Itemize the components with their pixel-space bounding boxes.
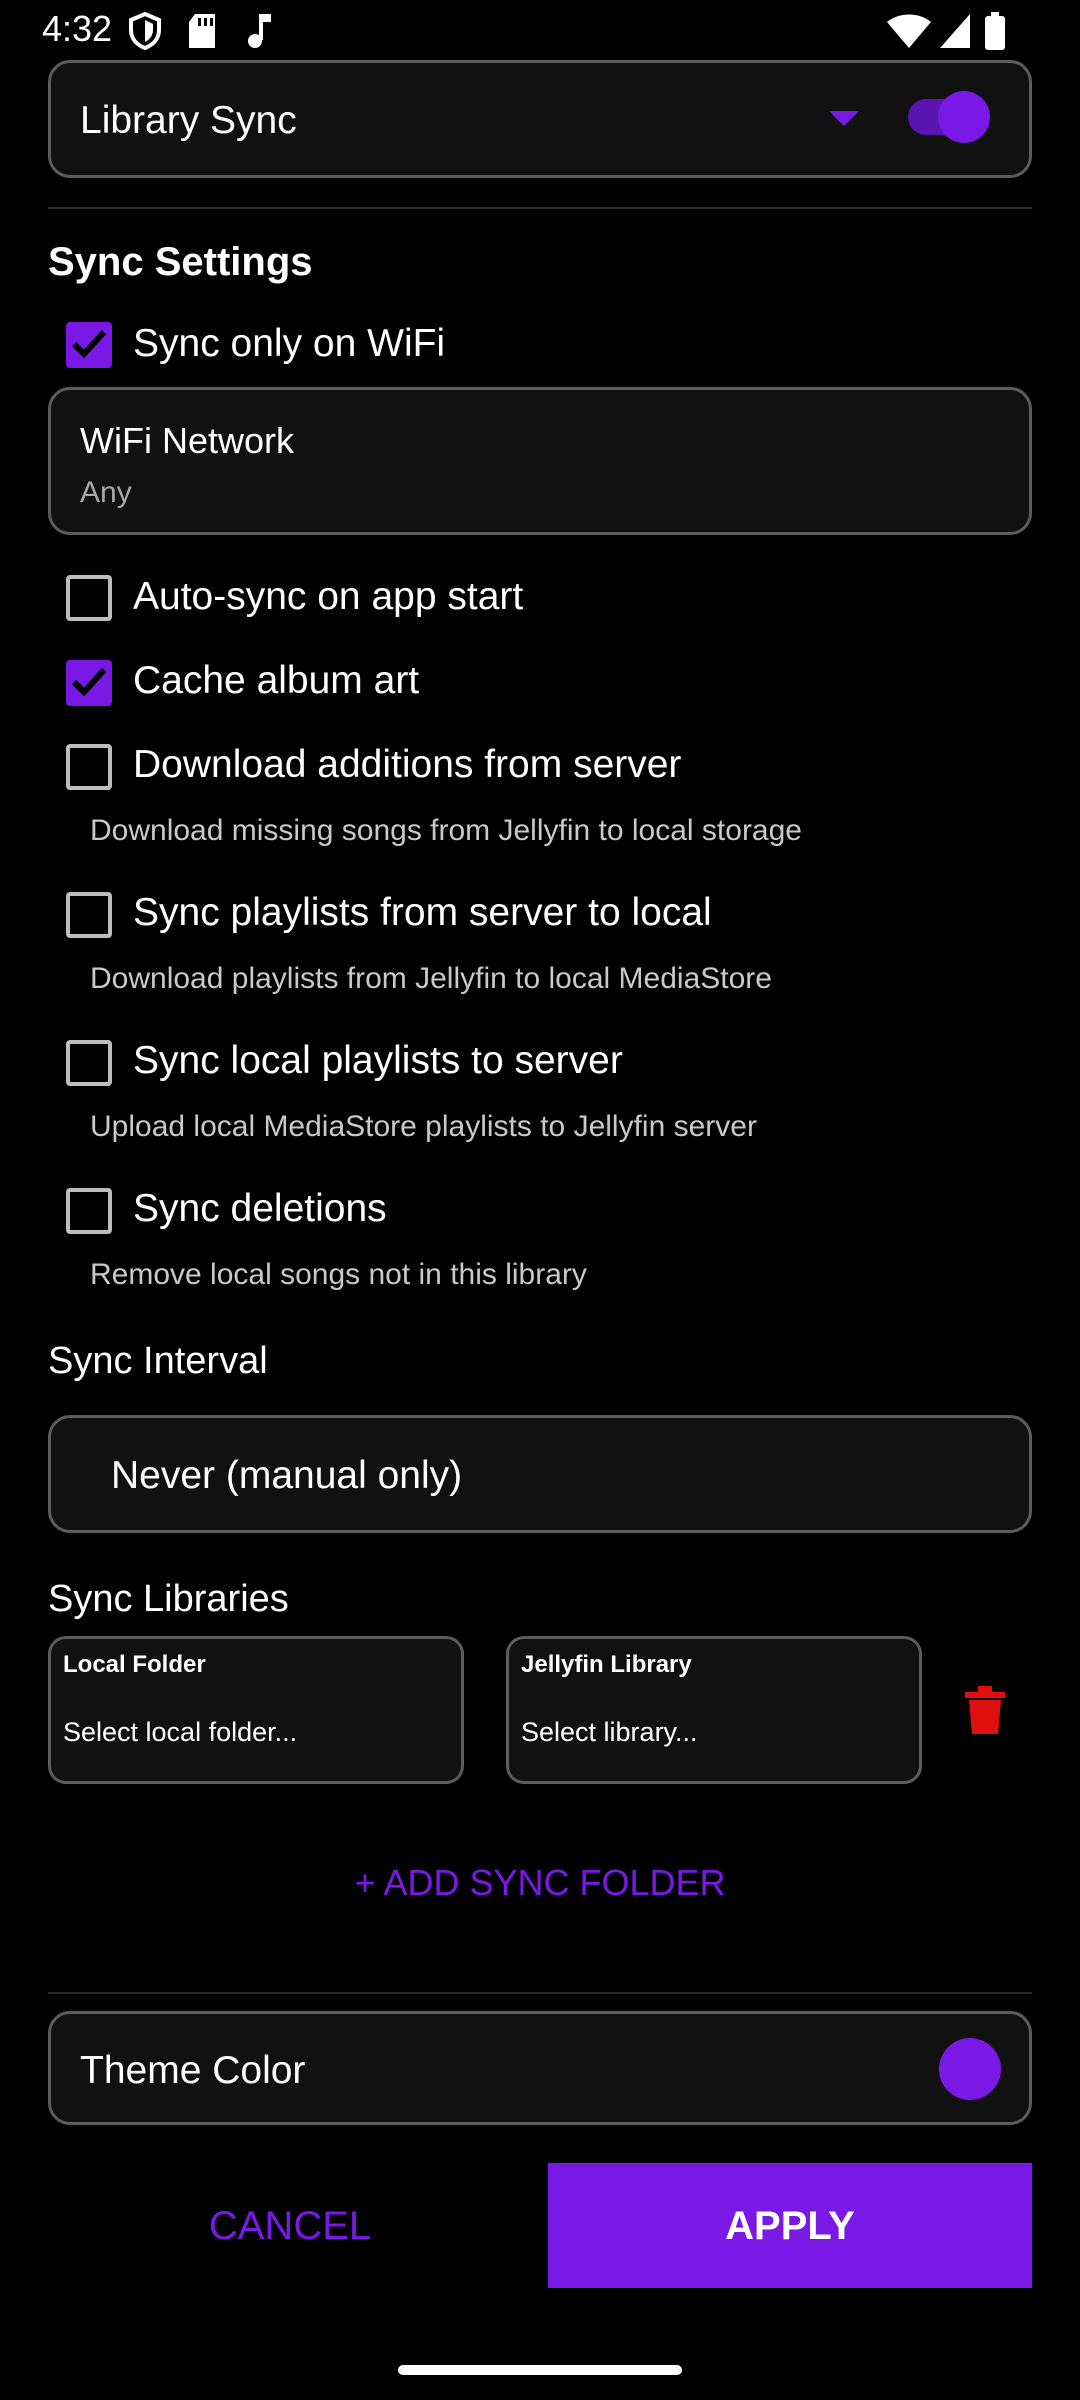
local-folder-field[interactable]: Local Folder Select local folder... xyxy=(48,1636,464,1784)
jellyfin-library-label: Jellyfin Library xyxy=(521,1651,692,1678)
wifi-network-selector[interactable]: WiFi Network Any xyxy=(48,387,1032,535)
music-note-icon xyxy=(245,12,273,55)
toggle-thumb xyxy=(938,91,990,143)
wifi-network-value: Any xyxy=(80,476,132,509)
jellyfin-library-field[interactable]: Jellyfin Library Select library... xyxy=(506,1636,922,1784)
sd-card-icon xyxy=(187,12,217,55)
home-indicator[interactable] xyxy=(398,2365,682,2375)
divider xyxy=(48,207,1032,209)
cache-album-art-label: Cache album art xyxy=(133,659,420,702)
sync-deletions-checkbox[interactable] xyxy=(66,1188,112,1234)
sync-settings-title: Sync Settings xyxy=(48,240,313,284)
chevron-down-icon[interactable] xyxy=(829,111,859,132)
wifi-network-label: WiFi Network xyxy=(80,420,294,461)
download-additions-label: Download additions from server xyxy=(133,743,682,786)
auto-sync-label: Auto-sync on app start xyxy=(133,575,524,618)
library-title: Library Sync xyxy=(80,99,297,142)
divider xyxy=(48,1992,1032,1994)
sync-interval-title: Sync Interval xyxy=(48,1340,268,1382)
shield-icon xyxy=(128,11,162,55)
sync-libraries-title: Sync Libraries xyxy=(48,1578,289,1620)
auto-sync-checkbox[interactable] xyxy=(66,575,112,621)
sync-playlists-to-local-label: Sync playlists from server to local xyxy=(133,891,712,934)
sync-wifi-only-label: Sync only on WiFi xyxy=(133,322,446,365)
apply-button[interactable]: APPLY xyxy=(548,2163,1032,2288)
trash-icon[interactable] xyxy=(965,1686,1005,1739)
apply-button-label: APPLY xyxy=(725,2204,855,2248)
sync-local-playlists-checkbox[interactable] xyxy=(66,1040,112,1086)
sync-playlists-to-local-description: Download playlists from Jellyfin to loca… xyxy=(90,962,772,995)
theme-color-row[interactable]: Theme Color xyxy=(48,2011,1032,2125)
local-folder-placeholder: Select local folder... xyxy=(63,1717,298,1747)
sync-deletions-description: Remove local songs not in this library xyxy=(90,1258,587,1291)
library-sync-toggle[interactable] xyxy=(908,91,992,143)
sync-local-playlists-label: Sync local playlists to server xyxy=(133,1039,623,1082)
jellyfin-library-placeholder: Select library... xyxy=(521,1717,698,1747)
sync-wifi-only-checkbox[interactable] xyxy=(66,322,112,368)
sync-interval-value: Never (manual only) xyxy=(111,1454,463,1497)
library-sync-card[interactable]: Library Sync xyxy=(48,60,1032,178)
battery-icon xyxy=(984,12,1006,55)
theme-color-label: Theme Color xyxy=(80,2049,306,2092)
signal-icon xyxy=(938,12,972,55)
download-additions-checkbox[interactable] xyxy=(66,744,112,790)
status-time: 4:32 xyxy=(42,8,113,49)
sync-deletions-label: Sync deletions xyxy=(133,1187,387,1230)
cache-album-art-checkbox[interactable] xyxy=(66,660,112,706)
add-sync-folder-button[interactable]: + ADD SYNC FOLDER xyxy=(0,1862,1080,1904)
sync-interval-selector[interactable]: Never (manual only) xyxy=(48,1415,1032,1533)
sync-playlists-to-local-checkbox[interactable] xyxy=(66,892,112,938)
wifi-icon xyxy=(886,12,932,55)
status-bar: 4:32 xyxy=(0,0,1080,62)
cancel-button[interactable]: CANCEL xyxy=(100,2204,480,2249)
sync-local-playlists-description: Upload local MediaStore playlists to Jel… xyxy=(90,1110,757,1143)
theme-color-swatch[interactable] xyxy=(939,2038,1001,2100)
download-additions-description: Download missing songs from Jellyfin to … xyxy=(90,814,802,847)
local-folder-label: Local Folder xyxy=(63,1651,206,1678)
